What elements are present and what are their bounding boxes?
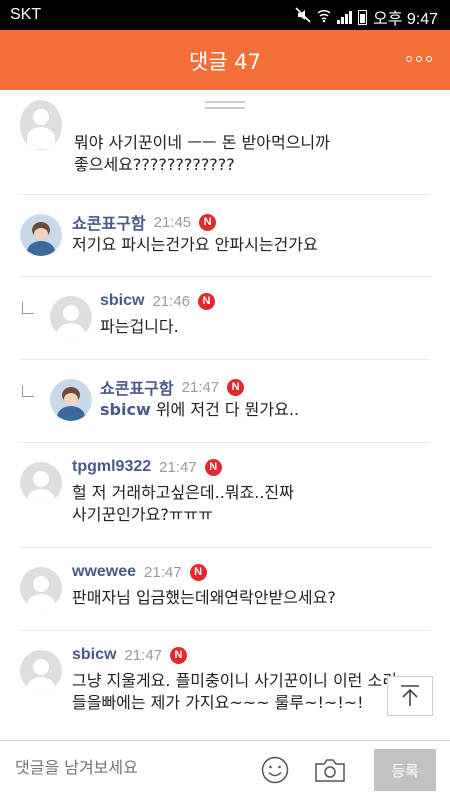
comment-text: sbicw 위에 저건 다 뭔가요.. [100,399,299,421]
timestamp: 21:47 [159,458,197,476]
comment-text: 헐 저 거래하고싶은데..뭐죠..진짜 사기꾼인가요?ㅠㅠㅠ [72,482,294,526]
timestamp: 21:45 [153,213,192,231]
new-badge: N [227,378,245,396]
avatar[interactable] [20,650,62,692]
status-icons: 오후 9:47 [295,5,438,29]
status-bar: SKT 오후 9:47 [0,0,450,30]
comment-line: 그냥 지울게요. 플미충이니 사기꾼이니 이런 소리 [72,671,397,690]
new-badge: N [170,646,188,664]
avatar[interactable] [20,100,62,150]
comment-line: 들을빠에는 제가 가지요~~~ 룰루~!~!~! [72,693,364,712]
comment-meta: 쇼콘표구함 21:47 N [100,375,245,399]
signal-icon [336,10,352,24]
comment-meta: tpgml9322 21:47 N [72,458,222,476]
timestamp: 21:47 [144,563,182,581]
avatar[interactable] [50,296,92,338]
nickname[interactable]: wwewee [72,563,136,581]
page-title: 댓글 47 [188,50,262,74]
divider [20,194,430,195]
comment-text: 판매자님 입금했는데왜연락안받으세요? [72,588,336,607]
comment-input[interactable] [15,758,235,777]
new-badge: N [199,213,217,231]
divider [20,547,430,548]
new-badge: N [189,563,207,581]
nickname[interactable]: tpgml9322 [72,458,151,476]
camera-icon[interactable] [314,757,346,787]
reply-arrow-icon [22,302,34,314]
nickname[interactable]: sbicw [100,292,144,310]
comment-meta: sbicw 21:47 N [72,646,188,664]
battery-icon [357,9,367,25]
nickname[interactable]: 쇼콘표구함 [72,210,146,234]
comment-body: 위에 저건 다 뭔가요.. [155,400,300,419]
submit-button[interactable]: 등록 [374,749,436,791]
nickname[interactable]: sbicw [72,646,116,664]
comment-meta: sbicw 21:46 N [100,292,216,310]
emoji-icon[interactable] [260,755,290,789]
reply-arrow-icon [22,385,34,397]
avatar[interactable] [50,379,92,421]
timestamp: 21:47 [124,646,163,664]
nickname[interactable]: 쇼콘표구함 [100,375,174,399]
comment-line: 뭐야 사기꾼이네 ㅡㅡ 돈 받아먹으니까 [74,133,330,152]
status-time: 오후 9:47 [372,11,438,28]
comment-meta: 쇼콘표구함 21:45 N [72,210,217,234]
comment-line: 사기꾼인가요?ㅠㅠㅠ [72,505,213,524]
timestamp: 21:47 [181,378,220,396]
comment-list[interactable]: 뭐야 사기꾼이네 ㅡㅡ 돈 받아먹으니까 좋으세요???????????? 쇼콘… [0,90,450,740]
comment-input-bar: 등록 [0,740,450,800]
comment-line: 좋으세요???????????? [74,155,235,174]
comment-text: 저기요 파시는건가요 안파시는건가요 [72,235,318,254]
comment-text: 그냥 지울게요. 플미충이니 사기꾼이니 이런 소리 들을빠에는 제가 가지요~… [72,670,397,714]
new-badge: N [204,458,222,476]
timestamp: 21:46 [152,292,191,310]
avatar[interactable] [20,567,62,609]
mute-icon [295,6,311,28]
divider [20,359,430,360]
wifi-icon [317,7,331,28]
divider [20,442,430,443]
new-badge: N [198,292,216,310]
divider [20,276,430,277]
more-dots-icon[interactable] [406,56,432,62]
carrier-name: SKT [10,6,42,23]
comment-text: 뭐야 사기꾼이네 ㅡㅡ 돈 받아먹으니까 좋으세요???????????? [74,132,330,176]
comment-text: 파는겁니다. [100,317,179,336]
comment-line: 헐 저 거래하고싶은데..뭐죠..진짜 [72,483,294,502]
scroll-to-top-button[interactable] [387,676,433,716]
avatar[interactable] [20,214,62,256]
header-bar: 댓글 47 [0,30,450,90]
mention-link[interactable]: sbicw [100,400,151,419]
avatar[interactable] [20,462,62,504]
drag-handle[interactable] [205,101,245,113]
divider [20,630,430,631]
comment-meta: wwewee 21:47 N [72,563,207,581]
arrow-up-icon [401,685,419,706]
